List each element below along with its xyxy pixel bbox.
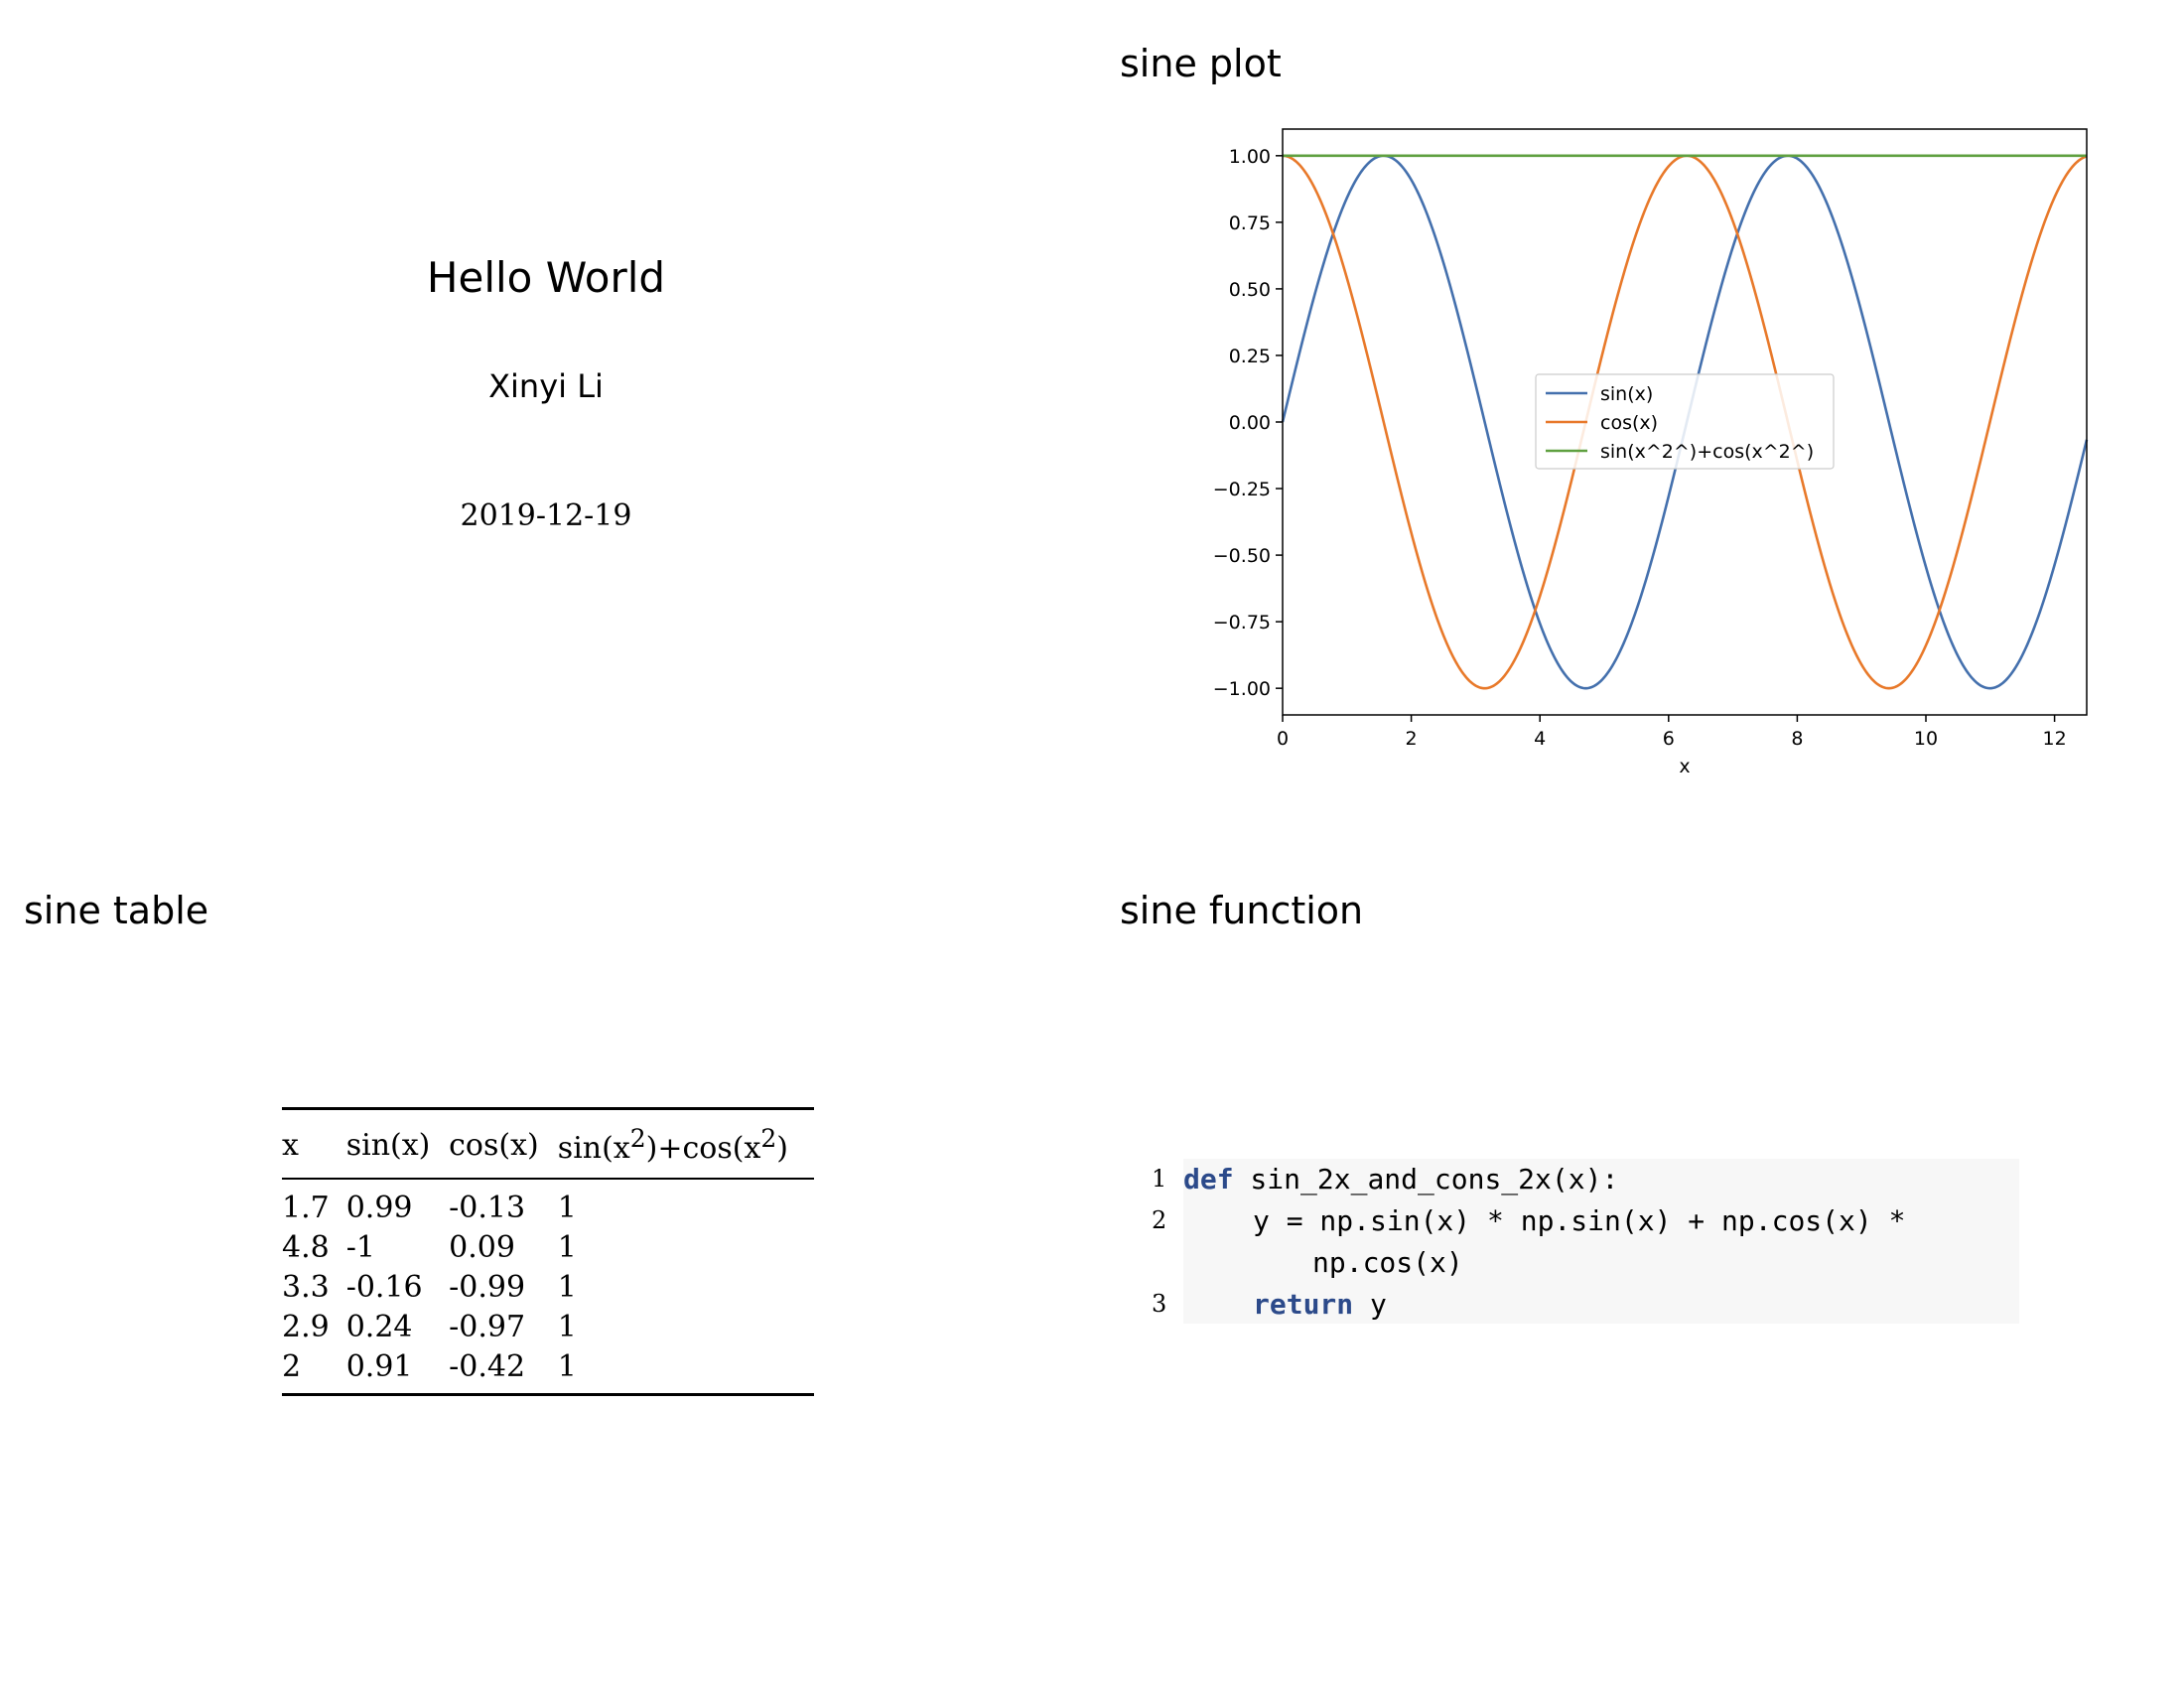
x-tick-label: 4 [1534, 728, 1546, 750]
table-cell: 0.09 [449, 1230, 515, 1265]
table-row: 2 0.91 -0.42 1 [282, 1346, 814, 1395]
x-tick-label: 0 [1277, 728, 1289, 750]
legend-label: sin(x) [1600, 383, 1653, 405]
table-cell: -0.16 [345, 1270, 423, 1305]
table-cell: 1 [557, 1270, 577, 1305]
author-name: Xinyi Li [488, 367, 604, 405]
table-cell: 0.24 [345, 1310, 413, 1344]
table-cell: 1 [557, 1310, 577, 1344]
table-cell: 1.7 [282, 1191, 330, 1225]
x-tick-label: 8 [1791, 728, 1803, 750]
code-line-1: def sin_2x_and_cons_2x(x): [1183, 1163, 1618, 1196]
table-row: 2.9 0.24 -0.97 1 [282, 1307, 814, 1346]
table-cell: 4.8 [282, 1230, 330, 1265]
table-cell: 0.99 [345, 1191, 413, 1225]
sine-plot-chart: 0 2 4 6 8 10 12 1.00 0.75 0.50 0.25 0.00 −0.25 −0.50 −… [1213, 128, 2089, 777]
x-tick-label: 10 [1914, 728, 1938, 750]
line-number: 2 [1152, 1206, 1167, 1234]
table-header-row: x sin(x) cos(x) sin(x2)+cos(x2) [282, 1108, 814, 1179]
code-text: sin_2x_and_cons_2x(x): [1233, 1163, 1619, 1196]
presentation-date: 2019-12-19 [460, 498, 632, 533]
table-heading: sine table [24, 889, 209, 932]
code-keyword: return [1253, 1288, 1354, 1321]
col-header-x: x [282, 1127, 299, 1163]
code-line-3: return y [1253, 1288, 1387, 1321]
plot-heading: sine plot [1120, 42, 1282, 85]
y-tick-label: 0.50 [1229, 279, 1271, 301]
col-header-sum: sin(x2)+cos(x2) [557, 1124, 788, 1166]
x-tick-label: 6 [1663, 728, 1675, 750]
table-cell: -0.42 [449, 1349, 526, 1384]
y-tick-label: −0.50 [1213, 545, 1271, 567]
y-tick-label: 0.75 [1229, 212, 1271, 234]
y-tick-label: 0.00 [1229, 412, 1271, 434]
legend-label: sin(x^2^)+cos(x^2^) [1600, 441, 1814, 463]
code-keyword: def [1183, 1163, 1234, 1196]
table-cell: 0.91 [345, 1349, 413, 1384]
table-cell: 2.9 [282, 1310, 330, 1344]
code-line-2: y = np.sin(x) * np.sin(x) + np.cos(x) * [1253, 1204, 1906, 1237]
code-line-2-continuation: np.cos(x) [1312, 1246, 1463, 1279]
table-cell: -1 [345, 1230, 375, 1265]
x-tick-label: 2 [1406, 728, 1418, 750]
table-row: 3.3 -0.16 -0.99 1 [282, 1267, 814, 1307]
table-row: 1.7 0.99 -0.13 1 [282, 1179, 814, 1227]
y-tick-label: −0.75 [1213, 612, 1271, 633]
table-cell: 1 [557, 1230, 577, 1265]
table-row: 4.8 -1 0.09 1 [282, 1227, 814, 1267]
legend-label: cos(x) [1600, 412, 1658, 434]
col-header-cos: cos(x) [449, 1127, 539, 1163]
line-number: 1 [1152, 1165, 1167, 1193]
y-tick-label: −0.25 [1213, 479, 1271, 500]
table-cell: -0.97 [449, 1310, 526, 1344]
col-header-sin: sin(x) [345, 1127, 431, 1163]
line-number: 3 [1152, 1290, 1167, 1318]
code-heading: sine function [1120, 889, 1364, 932]
table-cell: 3.3 [282, 1270, 330, 1305]
x-axis-label: x [1679, 756, 1690, 777]
table-cell: -0.99 [449, 1270, 526, 1305]
table-cell: 1 [557, 1191, 577, 1225]
code-text: y [1353, 1288, 1387, 1321]
table-cell: -0.13 [449, 1191, 526, 1225]
table-cell: 2 [282, 1349, 302, 1384]
y-tick-label: 1.00 [1229, 146, 1271, 168]
y-tick-label: −1.00 [1213, 678, 1271, 700]
table-cell: 1 [557, 1349, 577, 1384]
y-tick-label: 0.25 [1229, 346, 1271, 367]
presentation-title: Hello World [426, 253, 666, 302]
sine-table: x sin(x) cos(x) sin(x2)+cos(x2) 1.7 0.99… [282, 1107, 814, 1396]
x-tick-label: 12 [2043, 728, 2067, 750]
